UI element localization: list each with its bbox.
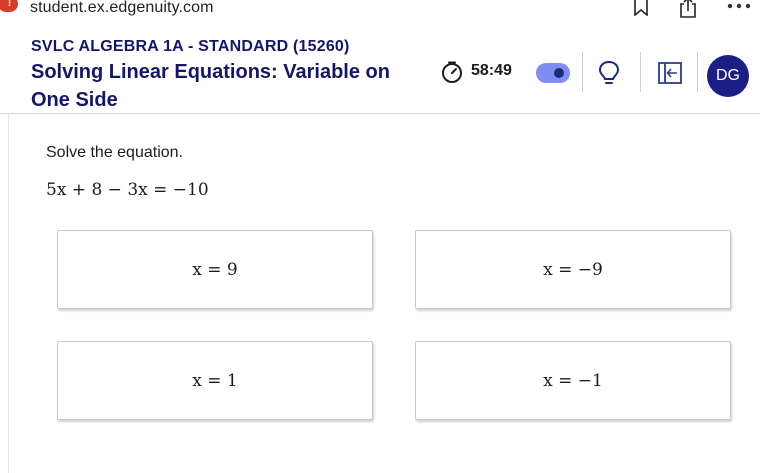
toggle-knob bbox=[554, 68, 564, 78]
hint-lightbulb-icon[interactable] bbox=[598, 60, 620, 86]
bookmark-icon[interactable] bbox=[633, 0, 649, 16]
divider bbox=[697, 52, 698, 92]
url-bar[interactable]: student.ex.edgenuity.com bbox=[30, 0, 214, 17]
lesson-title: Solving Linear Equations: Variable on On… bbox=[31, 61, 390, 111]
timer-icon bbox=[442, 61, 462, 83]
browser-bar: ! student.ex.edgenuity.com bbox=[0, 0, 760, 22]
warning-icon[interactable]: ! bbox=[0, 0, 18, 12]
answer-choice[interactable]: x = −9 bbox=[415, 230, 731, 309]
exit-icon[interactable] bbox=[658, 62, 682, 84]
answer-choice[interactable]: x = 1 bbox=[57, 341, 373, 420]
lesson-header: SVLC ALGEBRA 1A - STANDARD (15260) Solvi… bbox=[0, 22, 760, 114]
timer-readout: 58:49 bbox=[471, 62, 512, 79]
answer-choice[interactable]: x = −1 bbox=[415, 341, 731, 420]
equation: 5x + 8 − 3x = −10 bbox=[46, 180, 209, 200]
choice-label: x = −9 bbox=[543, 259, 603, 280]
timer-toggle[interactable] bbox=[536, 63, 570, 83]
choice-label: x = −1 bbox=[543, 370, 603, 391]
user-avatar[interactable]: DG bbox=[707, 55, 749, 97]
divider bbox=[582, 52, 583, 92]
answer-choice[interactable]: x = 9 bbox=[57, 230, 373, 309]
choice-label: x = 9 bbox=[192, 259, 238, 280]
share-icon[interactable] bbox=[678, 0, 698, 18]
divider bbox=[640, 52, 641, 92]
question-prompt: Solve the equation. bbox=[46, 144, 183, 161]
course-name: SVLC ALGEBRA 1A - STANDARD (15260) bbox=[31, 38, 350, 55]
question-panel: Solve the equation. 5x + 8 − 3x = −10 x … bbox=[8, 114, 760, 473]
more-icon[interactable] bbox=[726, 0, 752, 12]
choice-label: x = 1 bbox=[192, 370, 238, 391]
